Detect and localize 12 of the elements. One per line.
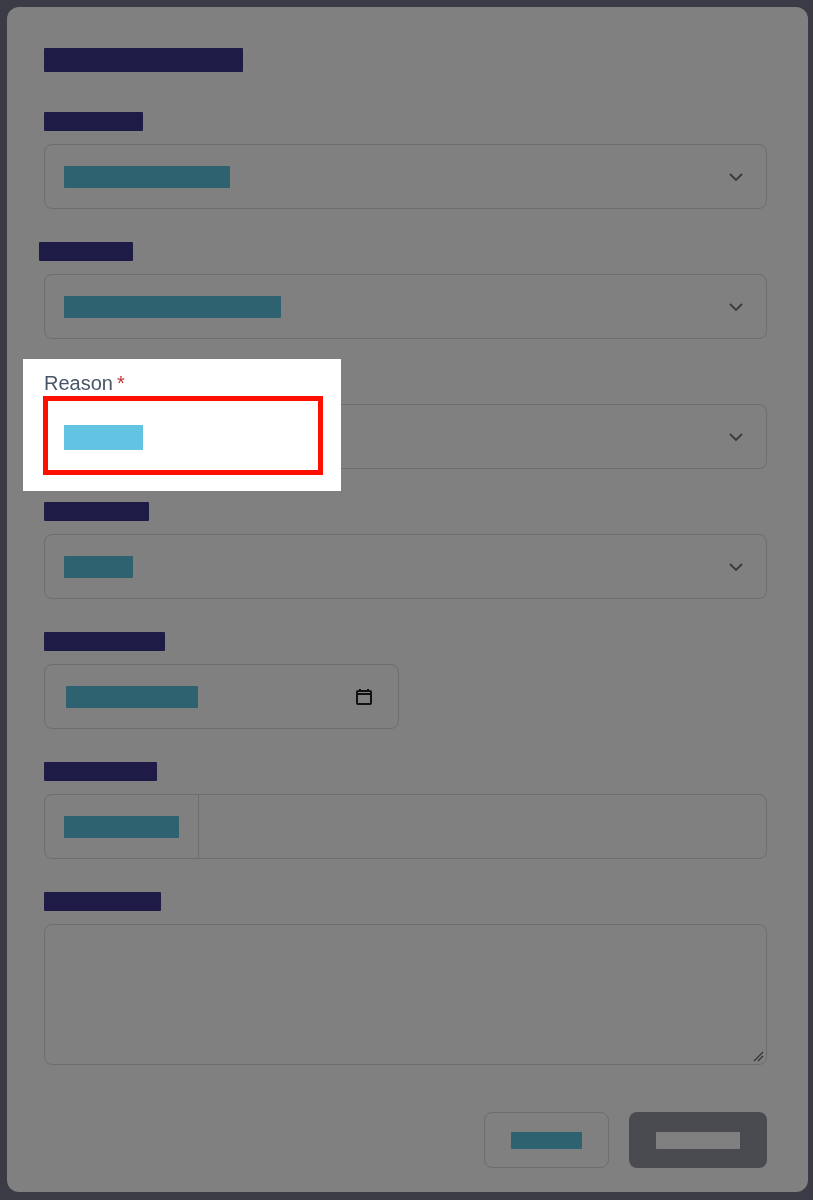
select-field[interactable] [44,534,767,599]
select-field[interactable] [44,274,767,339]
submit-button[interactable] [629,1112,767,1168]
select-field[interactable] [44,144,767,209]
cancel-button[interactable] [484,1112,609,1168]
select-field[interactable] [341,404,767,469]
redaction-bar [64,555,133,578]
date-field[interactable] [44,664,399,729]
resize-grip-icon[interactable] [752,1050,764,1062]
calendar-icon[interactable] [354,687,374,707]
input-field[interactable] [44,794,767,859]
field-label: Reason * [44,372,125,394]
